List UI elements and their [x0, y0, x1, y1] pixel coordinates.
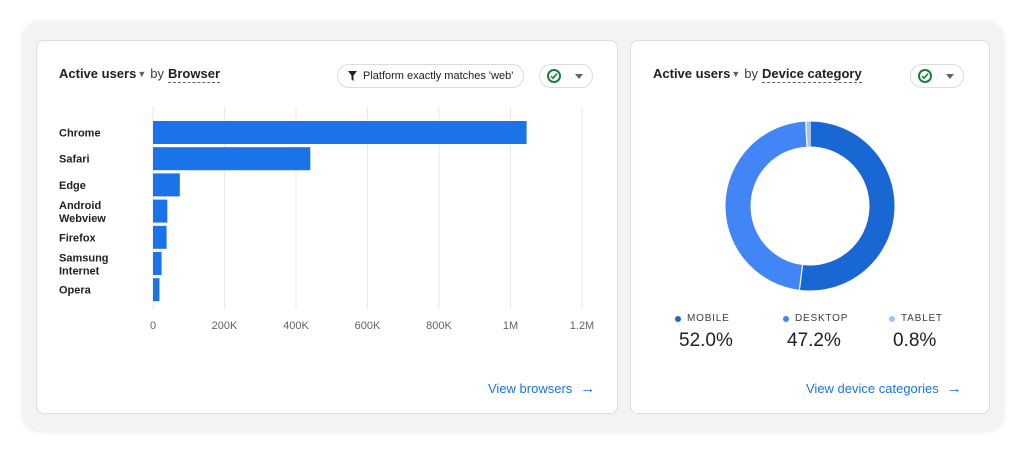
bar	[153, 225, 167, 249]
device-donut-chart	[725, 121, 895, 291]
browser-bar-chart: 0 200K 400K 600K 800K 1M 1.2M Chrome Safari Edge A…	[59, 107, 594, 332]
category-label: Firefox	[59, 232, 97, 244]
legend-dot	[889, 315, 895, 322]
legend-value: 47.2%	[787, 330, 841, 351]
legend-name-text: TABLET	[901, 313, 943, 324]
bar	[153, 199, 168, 223]
browser-card: Active users▼ by Browser Platform exactly …	[36, 40, 618, 414]
legend-name-text: MOBILE	[687, 313, 730, 324]
category-label: Android Webview	[59, 200, 106, 225]
bar	[153, 252, 162, 275]
legend-item-desktop: DESKTOP 47.2%	[783, 313, 848, 352]
device-card: Active users▼ by Device category MOBILE 52.…	[630, 40, 990, 414]
legend-label: MOBILE	[675, 313, 733, 324]
arrow-right-icon: →	[946, 380, 962, 397]
category-label: Chrome	[59, 128, 101, 140]
legend-label: DESKTOP	[783, 313, 848, 324]
category-label: Opera	[59, 285, 92, 297]
bar	[153, 173, 180, 197]
legend-name-text: DESKTOP	[795, 313, 849, 324]
bar	[153, 147, 311, 171]
x-tick-label: 600K	[355, 320, 381, 332]
legend-dot	[783, 315, 789, 322]
x-tick-label: 1M	[503, 320, 518, 332]
x-tick-label: 1.2M	[570, 320, 594, 332]
view-device-categories-link[interactable]: View device categories →	[806, 380, 962, 397]
x-tick-label: 800K	[426, 320, 452, 332]
bar	[153, 121, 527, 144]
view-device-categories-label: View device categories	[806, 381, 939, 396]
x-tick-label: 0	[150, 320, 156, 332]
view-browsers-link[interactable]: View browsers →	[488, 380, 595, 397]
legend-value: 52.0%	[679, 330, 733, 351]
legend-label: TABLET	[889, 313, 943, 324]
category-label: Edge	[59, 180, 86, 192]
arrow-right-icon: →	[580, 380, 596, 397]
category-label: Samsung Internet	[59, 253, 109, 278]
legend-item-tablet: TABLET 0.8%	[889, 313, 943, 352]
legend-item-mobile: MOBILE 52.0%	[675, 313, 733, 352]
bar	[153, 278, 160, 302]
legend-dot	[675, 315, 681, 322]
donut-slice-mobile	[799, 121, 895, 291]
category-label: Safari	[59, 154, 90, 166]
view-browsers-label: View browsers	[488, 381, 573, 396]
legend-value: 0.8%	[893, 330, 937, 351]
x-tick-label: 400K	[283, 320, 309, 332]
x-tick-label: 200K	[212, 320, 238, 332]
donut-slice-desktop	[725, 121, 808, 290]
